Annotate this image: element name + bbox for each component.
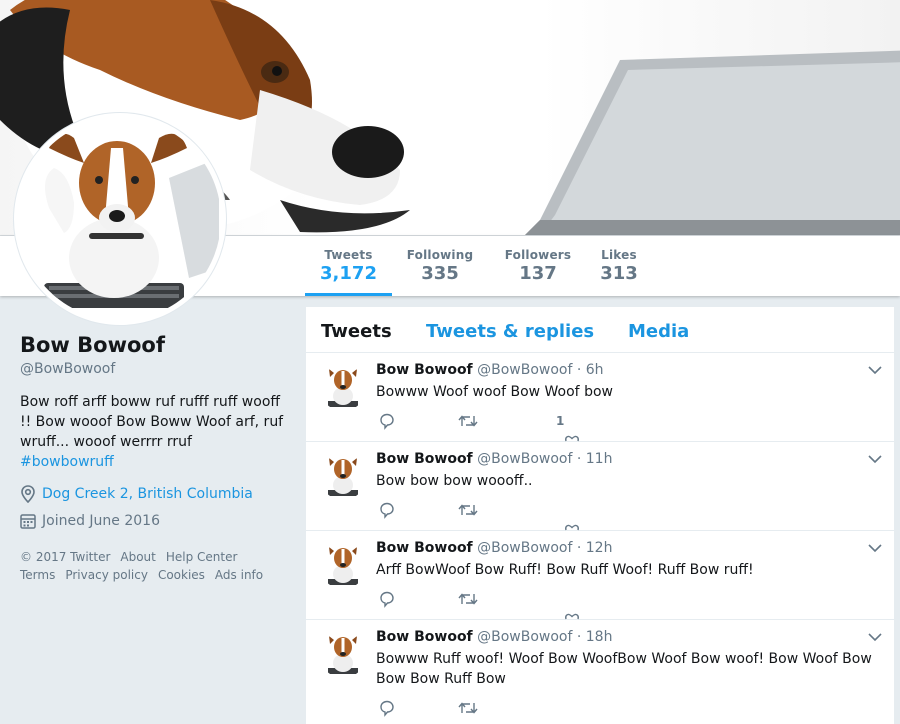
tweet[interactable]: Bow Bowoof @BowBowoof · 6h Bowww Woof wo… <box>306 353 894 442</box>
retweet-button[interactable] <box>458 502 538 518</box>
profile-bio-text: Bow roff arff boww ruf rufff ruff wooff … <box>20 394 284 450</box>
tweet-author-name[interactable]: Bow Bowoof <box>376 540 473 556</box>
tweet-timestamp[interactable]: · 6h <box>577 362 604 378</box>
chevron-down-icon[interactable] <box>868 543 882 553</box>
tweet-timestamp[interactable]: · 12h <box>577 540 613 556</box>
tweet-header: Bow Bowoof @BowBowoof · 12h <box>376 540 612 556</box>
footer-links: © 2017 Twitter About Help Center Terms Priv… <box>20 548 290 584</box>
timeline-tabs: Tweets Tweets & replies Media <box>306 307 894 353</box>
like-count: 1 <box>556 414 565 428</box>
profile-hashtag-link[interactable]: #bowbowruff <box>20 452 290 472</box>
chevron-down-icon[interactable] <box>868 365 882 375</box>
tweet-timestamp[interactable]: · 18h <box>577 629 613 645</box>
reply-button[interactable] <box>378 501 458 519</box>
reply-button[interactable] <box>378 412 458 430</box>
like-button[interactable]: 1 <box>538 414 618 428</box>
tweet-actions: 1 <box>378 411 618 431</box>
tweet-author-handle[interactable]: @BowBowoof <box>477 540 572 556</box>
reply-icon <box>380 502 394 519</box>
retweet-icon <box>458 702 478 714</box>
tab-media[interactable]: Media <box>628 321 689 342</box>
stat-followers-label: Followers <box>504 248 572 262</box>
dog-avatar-image <box>19 118 221 320</box>
tab-tweets-replies[interactable]: Tweets & replies <box>426 321 594 342</box>
stat-following[interactable]: Following 335 <box>400 236 480 296</box>
footer-copyright: © 2017 Twitter <box>20 550 111 564</box>
tweet-text: Bowww Ruff woof! Woof Bow WoofBow Woof B… <box>376 651 872 687</box>
tweet-author-name[interactable]: Bow Bowoof <box>376 362 473 378</box>
dog-avatar-thumbnail <box>320 543 366 589</box>
profile-location: Dog Creek 2, British Columbia <box>20 485 253 503</box>
stat-tweets-value: 3,172 <box>320 263 377 284</box>
footer-ads-link[interactable]: Ads info <box>215 568 263 582</box>
chevron-down-icon[interactable] <box>868 632 882 642</box>
stat-followers[interactable]: Followers 137 <box>498 236 578 296</box>
tweet-avatar[interactable] <box>320 365 366 411</box>
tweet[interactable]: Bow Bowoof @BowBowoof · 18h Bowww Ruff w… <box>306 620 894 724</box>
tweet-header: Bow Bowoof @BowBowoof · 11h <box>376 451 612 467</box>
footer-help-link[interactable]: Help Center <box>166 550 238 564</box>
stat-following-label: Following <box>406 248 474 262</box>
footer-terms-link[interactable]: Terms <box>20 568 55 582</box>
calendar-icon <box>20 514 36 529</box>
retweet-button[interactable] <box>458 413 538 429</box>
reply-button[interactable] <box>378 590 458 608</box>
tweet[interactable]: Bow Bowoof @BowBowoof · 12h Arff BowWoof… <box>306 531 894 620</box>
timeline: Tweets Tweets & replies Media Bow Bowoof… <box>306 307 894 724</box>
profile-joined-text: Joined June 2016 <box>42 513 160 529</box>
profile-joined: Joined June 2016 <box>20 513 160 529</box>
stat-likes[interactable]: Likes 313 <box>594 236 644 296</box>
tweet-author-name[interactable]: Bow Bowoof <box>376 451 473 467</box>
stat-likes-label: Likes <box>601 248 637 262</box>
tweet-avatar[interactable] <box>320 454 366 500</box>
tweet-header: Bow Bowoof @BowBowoof · 18h <box>376 629 612 645</box>
profile-avatar[interactable] <box>14 113 226 325</box>
retweet-icon <box>458 593 478 605</box>
profile-name[interactable]: Bow Bowoof <box>20 333 165 357</box>
footer-cookies-link[interactable]: Cookies <box>158 568 205 582</box>
stat-likes-value: 313 <box>600 263 638 284</box>
reply-icon <box>380 591 394 608</box>
tweet-author-name[interactable]: Bow Bowoof <box>376 629 473 645</box>
reply-icon <box>380 700 394 717</box>
tweet-header: Bow Bowoof @BowBowoof · 6h <box>376 362 604 378</box>
dog-avatar-thumbnail <box>320 365 366 411</box>
location-pin-icon <box>21 485 35 503</box>
tab-tweets[interactable]: Tweets <box>321 321 392 342</box>
tweet-text: Arff BowWoof Bow Ruff! Bow Ruff Woof! Ru… <box>376 562 754 578</box>
profile-bio: Bow roff arff boww ruf rufff ruff wooff … <box>20 392 290 472</box>
dog-avatar-thumbnail <box>320 454 366 500</box>
stat-following-value: 335 <box>421 263 459 284</box>
tweet-actions <box>378 698 618 718</box>
tweet-timestamp[interactable]: · 11h <box>577 451 613 467</box>
tweet[interactable]: Bow Bowoof @BowBowoof · 11h Bow bow bow … <box>306 442 894 531</box>
reply-icon <box>380 413 394 430</box>
laptop-image <box>525 50 900 235</box>
stat-followers-value: 137 <box>519 263 557 284</box>
retweet-icon <box>458 504 478 516</box>
dog-avatar-thumbnail <box>320 632 366 678</box>
tweet-actions <box>378 500 618 520</box>
profile-location-link[interactable]: Dog Creek 2, British Columbia <box>42 486 253 502</box>
footer-about-link[interactable]: About <box>120 550 155 564</box>
chevron-down-icon[interactable] <box>868 454 882 464</box>
profile-handle[interactable]: @BowBowoof <box>20 361 115 377</box>
tweet-author-handle[interactable]: @BowBowoof <box>477 362 572 378</box>
tweet-text: Bow bow bow woooff.. <box>376 473 533 489</box>
tweet-author-handle[interactable]: @BowBowoof <box>477 629 572 645</box>
tweet-actions <box>378 589 618 609</box>
tweet-avatar[interactable] <box>320 632 366 678</box>
tweet-author-handle[interactable]: @BowBowoof <box>477 451 572 467</box>
tweet-text: Bowww Woof woof Bow Woof bow <box>376 384 613 400</box>
retweet-button[interactable] <box>458 700 538 716</box>
stat-tweets-label: Tweets <box>324 248 373 262</box>
reply-button[interactable] <box>378 699 458 717</box>
stat-tweets[interactable]: Tweets 3,172 <box>305 236 392 296</box>
retweet-icon <box>458 415 478 427</box>
footer-privacy-link[interactable]: Privacy policy <box>65 568 148 582</box>
tweet-avatar[interactable] <box>320 543 366 589</box>
retweet-button[interactable] <box>458 591 538 607</box>
